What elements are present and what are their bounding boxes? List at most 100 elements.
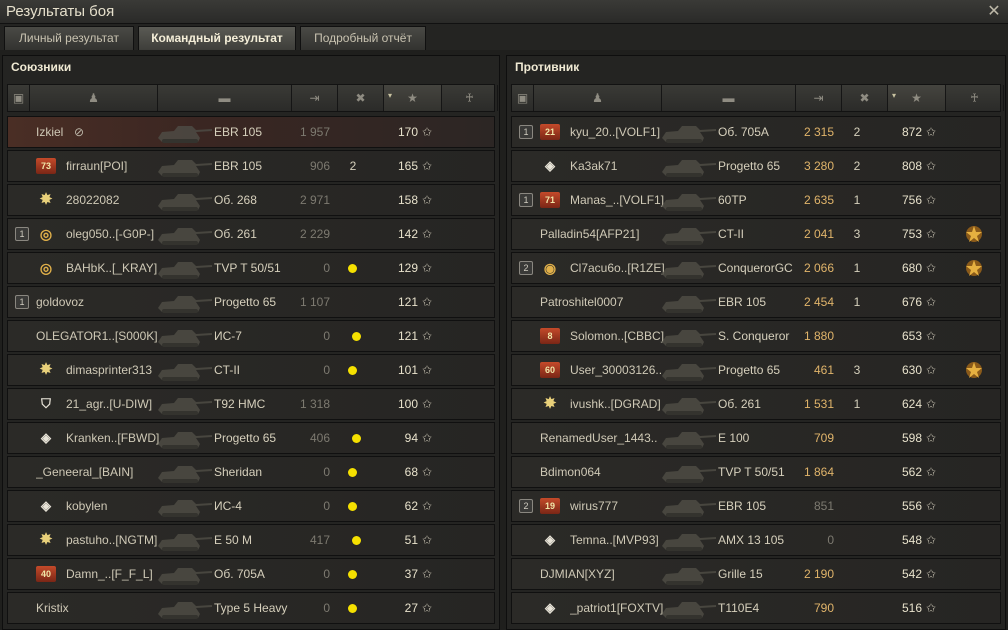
rank-badge-icon: 60 bbox=[540, 362, 560, 378]
kills-value: 1 bbox=[853, 193, 861, 207]
medal-icon[interactable] bbox=[964, 224, 984, 244]
star-icon: ✩ bbox=[926, 567, 937, 581]
star-icon: ✩ bbox=[926, 329, 937, 343]
table-row[interactable]: 1 ◎ oleg050..[-G0P-] Об. 261 2 229 142 ✩ bbox=[7, 218, 495, 250]
battle-results-window: Результаты боя ✕ Личный результат Команд… bbox=[0, 0, 1008, 630]
table-row[interactable]: ✸ 28022082 Об. 268 2 971 158 ✩ bbox=[7, 184, 495, 216]
tab-detailed[interactable]: Подробный отчёт bbox=[300, 26, 426, 50]
enemies-column-header: ▣ ♟ ▬ ⇥ ✖ ★ ▾ ♰ bbox=[511, 84, 1004, 112]
table-row[interactable]: ◎ BAHbK..[_KRAY] TVP T 50/51 0 129 ✩ bbox=[7, 252, 495, 284]
spotted-indicator bbox=[348, 468, 357, 477]
vehicle-name: T110E4 bbox=[718, 601, 760, 615]
squad-col-icon[interactable]: ▣ bbox=[512, 85, 534, 111]
table-row[interactable]: 2 ◉ Cl7acu6o..[R1ZE] ConquerorGC 2 066 1 680 ✩ bbox=[511, 252, 1001, 284]
kills-col-icon[interactable]: ✖ bbox=[338, 85, 384, 111]
vehicle-name: Об. 261 bbox=[214, 227, 257, 241]
damage-col-icon[interactable]: ⇥ bbox=[796, 85, 842, 111]
sort-desc-icon: ▾ bbox=[388, 91, 393, 100]
star-icon: ✩ bbox=[926, 363, 937, 377]
vehicle-silhouette-icon bbox=[658, 152, 718, 180]
star-icon: ✩ bbox=[422, 261, 433, 275]
star-icon: ✩ bbox=[926, 431, 937, 445]
damage-value: 0 bbox=[827, 533, 834, 547]
vehicle-name: Sheridan bbox=[214, 465, 263, 479]
xp-value: 165 bbox=[397, 159, 418, 173]
vehicle-name: CT-II bbox=[718, 227, 744, 241]
player-name: Manas_..[VOLF1] bbox=[570, 193, 665, 207]
table-row[interactable]: ◈ Temna..[MVP93] AMX 13 105 0 548 ✩ bbox=[511, 524, 1001, 556]
star-icon: ✩ bbox=[926, 601, 937, 615]
table-row[interactable]: 2 19 wirus777 EBR 105 851 556 ✩ bbox=[511, 490, 1001, 522]
damage-value: 1 864 bbox=[803, 465, 834, 479]
table-row[interactable]: 40 Damn_..[F_F_L] Об. 705А 0 37 ✩ bbox=[7, 558, 495, 590]
tab-personal[interactable]: Личный результат bbox=[4, 26, 134, 50]
table-row[interactable]: ⛉ 21_agr..[U-DIW] T92 HMC 1 318 100 ✩ bbox=[7, 388, 495, 420]
tab-team[interactable]: Командный результат bbox=[138, 26, 296, 50]
vehicle-name: E 100 bbox=[718, 431, 750, 445]
damage-col-icon[interactable]: ⇥ bbox=[292, 85, 338, 111]
star-icon: ✩ bbox=[422, 431, 433, 445]
table-row[interactable]: 1 goldovoz Progetto 65 1 107 121 ✩ bbox=[7, 286, 495, 318]
star-icon: ✩ bbox=[422, 125, 433, 139]
table-row[interactable]: 1 71 Manas_..[VOLF1] 60TP 2 635 1 756 ✩ bbox=[511, 184, 1001, 216]
damage-value: 2 190 bbox=[803, 567, 834, 581]
table-row[interactable]: ✸ pastuho..[NGTM] E 50 M 417 51 ✩ bbox=[7, 524, 495, 556]
table-row[interactable]: ◈ Kranken..[FBWD] Progetto 65 406 94 ✩ bbox=[7, 422, 495, 454]
player-col-icon[interactable]: ♟ bbox=[30, 85, 158, 111]
allies-column-header: ▣ ♟ ▬ ⇥ ✖ ★ ▾ ♰ bbox=[7, 84, 498, 112]
vehicle-name: Progetto 65 bbox=[214, 431, 277, 445]
xp-value: 142 bbox=[397, 227, 418, 241]
table-row[interactable]: Bdimon064 TVP T 50/51 1 864 562 ✩ bbox=[511, 456, 1001, 488]
kills-col-icon[interactable]: ✖ bbox=[842, 85, 888, 111]
xp-col-icon[interactable]: ★ ▾ bbox=[888, 85, 946, 111]
table-row[interactable]: ◈ kobylen ИС-4 0 62 ✩ bbox=[7, 490, 495, 522]
vehicle-name: Об. 705А bbox=[718, 125, 769, 139]
table-row[interactable]: OLEGATOR1..[S000K] ИС-7 0 121 ✩ bbox=[7, 320, 495, 352]
table-row[interactable]: ✸ dimasprinter313 CT-II 0 101 ✩ bbox=[7, 354, 495, 386]
table-row[interactable]: ✸ ivushk..[DGRAD] Об. 261 1 531 1 624 ✩ bbox=[511, 388, 1001, 420]
star-icon: ✩ bbox=[422, 601, 433, 615]
table-row[interactable]: Kristix Type 5 Heavy 0 27 ✩ bbox=[7, 592, 495, 624]
table-row[interactable]: 1 21 kyu_20..[VOLF1] Об. 705А 2 315 2 872 ✩ bbox=[511, 116, 1001, 148]
rank-badge-icon: ◉ bbox=[543, 260, 557, 276]
damage-value: 790 bbox=[813, 601, 834, 615]
kills-value: 2 bbox=[853, 125, 861, 139]
table-row[interactable]: Izkiel ⊘ EBR 105 1 957 170 ✩ bbox=[7, 116, 495, 148]
medal-icon[interactable] bbox=[964, 258, 984, 278]
vehicle-silhouette-icon bbox=[658, 458, 718, 486]
close-icon[interactable]: ✕ bbox=[984, 2, 1004, 22]
table-row[interactable]: ◈ Ka3ak71 Progetto 65 3 280 2 808 ✩ bbox=[511, 150, 1001, 182]
table-row[interactable]: ◈ _patriot1[FOXTV] T110E4 790 516 ✩ bbox=[511, 592, 1001, 624]
table-row[interactable]: 8 Solomon..[CBBC] S. Conqueror 1 880 653 ✩ bbox=[511, 320, 1001, 352]
vehicle-col-icon[interactable]: ▬ bbox=[662, 85, 796, 111]
medal-col-icon[interactable]: ♰ bbox=[946, 85, 1004, 111]
medal-col-icon[interactable]: ♰ bbox=[442, 85, 498, 111]
table-row[interactable]: 73 firraun[POI] EBR 105 906 2 165 ✩ bbox=[7, 150, 495, 182]
enemies-title: Противник bbox=[515, 60, 580, 74]
vehicle-col-icon[interactable]: ▬ bbox=[158, 85, 292, 111]
player-col-icon[interactable]: ♟ bbox=[534, 85, 662, 111]
vehicle-silhouette-icon bbox=[154, 322, 214, 350]
xp-value: 598 bbox=[901, 431, 922, 445]
player-name: 28022082 bbox=[66, 193, 120, 207]
vehicle-silhouette-icon bbox=[658, 186, 718, 214]
xp-value: 37 bbox=[404, 567, 418, 581]
xp-value: 101 bbox=[397, 363, 418, 377]
table-row[interactable]: Patroshitel0007 EBR 105 2 454 1 676 ✩ bbox=[511, 286, 1001, 318]
vehicle-name: ИС-4 bbox=[214, 499, 242, 513]
table-row[interactable]: 60 User_30003126.. Progetto 65 461 3 630 ✩ bbox=[511, 354, 1001, 386]
star-icon: ✩ bbox=[422, 329, 433, 343]
player-name: pastuho..[NGTM] bbox=[66, 533, 158, 547]
medal-icon[interactable] bbox=[964, 360, 984, 380]
rank-badge-icon: ✸ bbox=[543, 395, 557, 412]
star-icon: ✩ bbox=[926, 227, 937, 241]
table-row[interactable]: Palladin54[AFP21] CT-II 2 041 3 753 ✩ bbox=[511, 218, 1001, 250]
table-row[interactable]: RenamedUser_1443.. E 100 709 598 ✩ bbox=[511, 422, 1001, 454]
table-row[interactable]: DJMIAN[XYZ] Grille 15 2 190 542 ✩ bbox=[511, 558, 1001, 590]
table-row[interactable]: _Geneeral_[BAIN] Sheridan 0 68 ✩ bbox=[7, 456, 495, 488]
player-name: Palladin54[AFP21] bbox=[540, 227, 640, 241]
vehicle-silhouette-icon bbox=[154, 560, 214, 588]
squad-col-icon[interactable]: ▣ bbox=[8, 85, 30, 111]
xp-col-icon[interactable]: ★ ▾ bbox=[384, 85, 442, 111]
rank-badge-icon: 71 bbox=[540, 192, 560, 208]
